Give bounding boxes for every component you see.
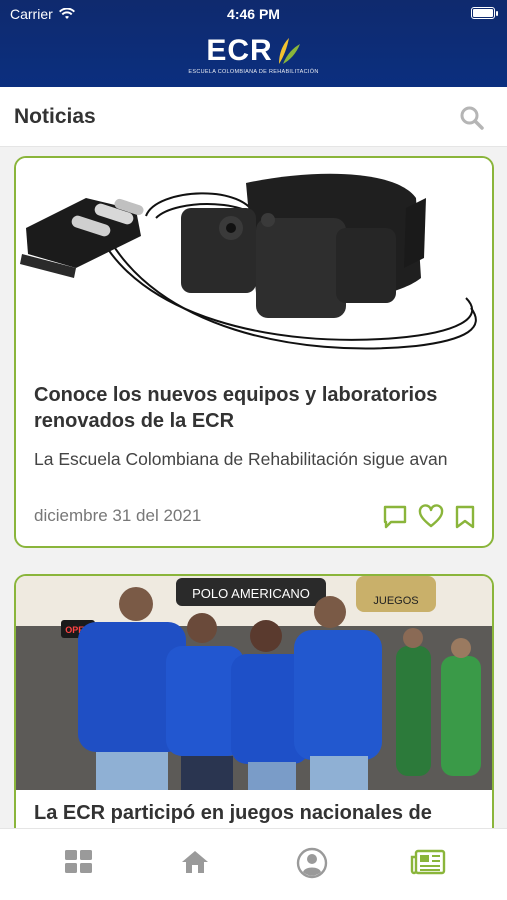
title-bar: Noticias bbox=[0, 87, 507, 147]
logo-tagline: ESCUELA COLOMBIANA DE REHABILITACIÓN bbox=[188, 69, 319, 75]
equipment-illustration bbox=[20, 173, 477, 350]
news-title[interactable]: Conoce los nuevos equipos y laboratorios… bbox=[34, 382, 462, 434]
news-image: POLO AMERICANO JUEGOS OPEN bbox=[16, 576, 492, 790]
comment-icon[interactable] bbox=[382, 504, 408, 530]
search-icon[interactable] bbox=[459, 105, 485, 131]
page-title: Noticias bbox=[14, 105, 96, 128]
news-icon[interactable] bbox=[410, 849, 446, 875]
shop-sign: POLO AMERICANO bbox=[192, 586, 310, 601]
heart-icon[interactable] bbox=[418, 504, 444, 530]
battery-icon bbox=[471, 7, 498, 19]
app-header: Carrier 4:46 PM ECR ESCUELA COLOMBIANA D… bbox=[0, 0, 507, 87]
status-time: 4:46 PM bbox=[227, 6, 280, 22]
bookmark-icon[interactable] bbox=[454, 504, 476, 530]
leaf-icon bbox=[278, 38, 300, 64]
news-feed[interactable]: Conoce los nuevos equipos y laboratorios… bbox=[0, 148, 507, 828]
news-title[interactable]: La ECR participó en juegos nacionales de bbox=[34, 800, 462, 826]
news-excerpt: La Escuela Colombiana de Rehabilitación … bbox=[34, 449, 448, 469]
dashboard-icon[interactable] bbox=[64, 849, 94, 875]
news-actions bbox=[382, 504, 476, 530]
status-bar: Carrier 4:46 PM bbox=[0, 0, 507, 28]
ecr-logo: ECR ESCUELA COLOMBIANA DE REHABILITACIÓN bbox=[0, 34, 507, 75]
news-image bbox=[16, 158, 492, 373]
games-sign: JUEGOS bbox=[373, 595, 418, 607]
tab-bar bbox=[0, 828, 507, 900]
logo-text: ECR bbox=[206, 34, 273, 67]
news-card[interactable]: POLO AMERICANO JUEGOS OPEN La ECR partic… bbox=[14, 574, 494, 828]
news-card[interactable]: Conoce los nuevos equipos y laboratorios… bbox=[14, 156, 494, 548]
home-icon[interactable] bbox=[180, 849, 210, 875]
news-date: diciembre 31 del 2021 bbox=[34, 506, 202, 525]
profile-icon[interactable] bbox=[296, 847, 328, 879]
group-photo: POLO AMERICANO JUEGOS OPEN bbox=[16, 576, 492, 790]
